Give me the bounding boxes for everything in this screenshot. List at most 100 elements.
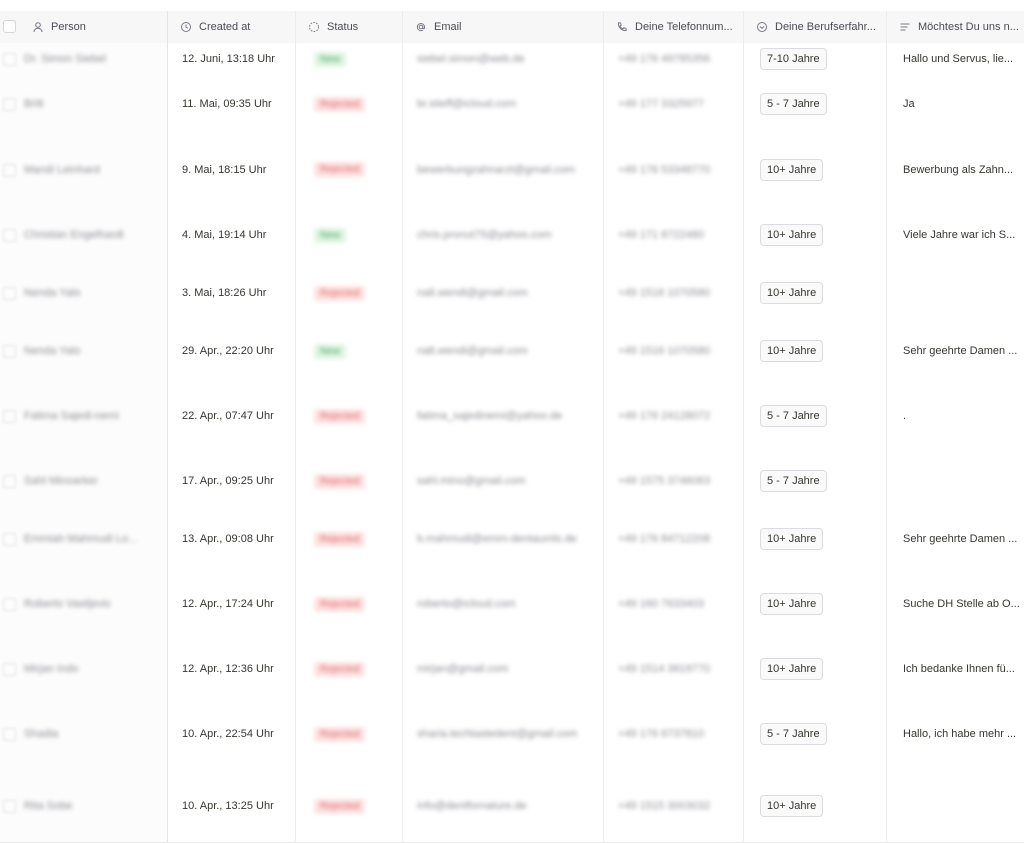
cell-experience[interactable]: 5 - 7 Jahre xyxy=(744,452,887,510)
cell-phone[interactable]: +49 1516 1070580 xyxy=(604,322,744,380)
cell-person[interactable]: Britt xyxy=(0,75,168,133)
cell-person[interactable]: Nenda Yalo xyxy=(0,264,168,322)
cell-experience[interactable]: 10+ Jahre xyxy=(744,264,887,322)
row-checkbox[interactable] xyxy=(3,229,16,242)
row-checkbox[interactable] xyxy=(3,475,16,488)
cell-message[interactable]: Hallo, ich habe mehr ... xyxy=(887,698,1024,770)
column-header-email[interactable]: Email xyxy=(403,11,604,43)
cell-status[interactable]: New xyxy=(296,206,403,264)
cell-experience[interactable]: 5 - 7 Jahre xyxy=(744,380,887,452)
cell-message[interactable]: . xyxy=(887,380,1024,452)
cell-message[interactable] xyxy=(887,452,1024,510)
row-checkbox[interactable] xyxy=(3,663,16,676)
cell-person[interactable]: Rita Sobe xyxy=(0,770,168,842)
table-row[interactable]: Fatima Sajedi-nemi 22. Apr., 07:47 Uhr R… xyxy=(0,380,1024,453)
cell-phone[interactable]: +49 171 8722480 xyxy=(604,206,744,264)
cell-email[interactable]: sharia.techtastedent@gmail.com xyxy=(403,698,604,770)
cell-person[interactable]: Sahl Minoarker xyxy=(0,452,168,510)
cell-phone[interactable]: +49 1515 3003032 xyxy=(604,770,744,842)
table-row[interactable]: Mirjan Indo 12. Apr., 12:36 Uhr Rejected… xyxy=(0,640,1024,699)
cell-experience[interactable]: 10+ Jahre xyxy=(744,568,887,640)
cell-email[interactable]: chris.pronut75@yahoo.com xyxy=(403,206,604,264)
cell-phone[interactable]: +49 1514 3819770 xyxy=(604,640,744,698)
cell-created-at[interactable]: 10. Apr., 13:25 Uhr xyxy=(168,770,296,842)
cell-created-at[interactable]: 12. Apr., 17:24 Uhr xyxy=(168,568,296,640)
cell-email[interactable]: siebel.simon@web.de xyxy=(403,43,604,75)
cell-person[interactable]: Christian Engelhardt xyxy=(0,206,168,264)
row-checkbox[interactable] xyxy=(3,728,16,741)
cell-message[interactable]: Ja xyxy=(887,75,1024,133)
cell-status[interactable]: Rejected xyxy=(296,264,403,322)
select-all-checkbox[interactable] xyxy=(3,20,16,33)
cell-created-at[interactable]: 29. Apr., 22:20 Uhr xyxy=(168,322,296,380)
cell-email[interactable]: info@dentfornature.de xyxy=(403,770,604,842)
cell-message[interactable]: Sehr geehrte Damen ... xyxy=(887,510,1024,568)
cell-experience[interactable]: 10+ Jahre xyxy=(744,133,887,206)
row-checkbox[interactable] xyxy=(3,410,16,423)
cell-phone[interactable]: +49 160 7633403 xyxy=(604,568,744,640)
cell-experience[interactable]: 10+ Jahre xyxy=(744,640,887,698)
cell-status[interactable]: Rejected xyxy=(296,640,403,698)
cell-created-at[interactable]: 3. Mai, 18:26 Uhr xyxy=(168,264,296,322)
cell-message[interactable]: Bewerbung als Zahn... xyxy=(887,133,1024,206)
column-header-message[interactable]: Möchtest Du uns n... xyxy=(887,11,1024,43)
cell-email[interactable]: b.mahmudi@emm-dentaumls.de xyxy=(403,510,604,568)
table-row[interactable]: Shadia 10. Apr., 22:54 Uhr Rejected shar… xyxy=(0,698,1024,771)
table-row[interactable]: Nenda Yalo 29. Apr., 22:20 Uhr New nalt.… xyxy=(0,322,1024,381)
cell-email[interactable]: sahl.mino@gmail.com xyxy=(403,452,604,510)
cell-person[interactable]: Roberto Vasiljevic xyxy=(0,568,168,640)
cell-phone[interactable]: +49 1575 3746063 xyxy=(604,452,744,510)
cell-phone[interactable]: +49 1516 1070580 xyxy=(604,264,744,322)
cell-experience[interactable]: 10+ Jahre xyxy=(744,770,887,842)
cell-created-at[interactable]: 22. Apr., 07:47 Uhr xyxy=(168,380,296,452)
cell-message[interactable]: Sehr geehrte Damen ... xyxy=(887,322,1024,380)
cell-email[interactable]: br.stieff@icloud.com xyxy=(403,75,604,133)
cell-created-at[interactable]: 12. Juni, 13:18 Uhr xyxy=(168,43,296,75)
table-row[interactable]: Roberto Vasiljevic 12. Apr., 17:24 Uhr R… xyxy=(0,568,1024,641)
column-header-person[interactable]: Person xyxy=(20,11,168,43)
row-checkbox[interactable] xyxy=(3,598,16,611)
cell-email[interactable]: mirjan@gmail.com xyxy=(403,640,604,698)
cell-message[interactable]: Suche DH Stelle ab O... xyxy=(887,568,1024,640)
cell-phone[interactable]: +49 176 84712208 xyxy=(604,510,744,568)
cell-message[interactable] xyxy=(887,770,1024,842)
row-checkbox[interactable] xyxy=(3,53,16,66)
row-checkbox[interactable] xyxy=(3,98,16,111)
row-checkbox[interactable] xyxy=(3,287,16,300)
cell-status[interactable]: Rejected xyxy=(296,452,403,510)
cell-email[interactable]: nalt.wendi@gmail.com xyxy=(403,264,604,322)
cell-status[interactable]: Rejected xyxy=(296,510,403,568)
cell-status[interactable]: Rejected xyxy=(296,75,403,133)
cell-status[interactable]: New xyxy=(296,43,403,75)
table-row[interactable]: Sahl Minoarker 17. Apr., 09:25 Uhr Rejec… xyxy=(0,452,1024,511)
row-checkbox[interactable] xyxy=(3,163,16,177)
cell-experience[interactable]: 5 - 7 Jahre xyxy=(744,698,887,770)
column-header-status[interactable]: Status xyxy=(296,11,403,43)
cell-phone[interactable]: +49 176 53348770 xyxy=(604,133,744,206)
cell-message[interactable]: Viele Jahre war ich S... xyxy=(887,206,1024,264)
cell-phone[interactable]: +49 176 6737810 xyxy=(604,698,744,770)
cell-message[interactable]: Ich bedanke Ihnen fü... xyxy=(887,640,1024,698)
cell-person[interactable]: Fatima Sajedi-nemi xyxy=(0,380,168,452)
table-row[interactable]: Rita Sobe 10. Apr., 13:25 Uhr Rejected i… xyxy=(0,770,1024,843)
cell-created-at[interactable]: 10. Apr., 22:54 Uhr xyxy=(168,698,296,770)
cell-email[interactable]: bewerbungzahnarzt@gmail.com xyxy=(403,133,604,206)
cell-person[interactable]: Mandi Leinhard xyxy=(0,133,168,206)
cell-experience[interactable]: 5 - 7 Jahre xyxy=(744,75,887,133)
cell-created-at[interactable]: 4. Mai, 19:14 Uhr xyxy=(168,206,296,264)
cell-phone[interactable]: +49 176 24128072 xyxy=(604,380,744,452)
cell-status[interactable]: Rejected xyxy=(296,568,403,640)
cell-experience[interactable]: 7-10 Jahre xyxy=(744,43,887,75)
cell-phone[interactable]: +49 176 49785356 xyxy=(604,43,744,75)
cell-email[interactable]: fatima_sajedinemi@yahoo.de xyxy=(403,380,604,452)
cell-person[interactable]: Dr. Simon Siebel xyxy=(0,43,168,75)
cell-created-at[interactable]: 17. Apr., 09:25 Uhr xyxy=(168,452,296,510)
cell-person[interactable]: Shadia xyxy=(0,698,168,770)
cell-status[interactable]: Rejected xyxy=(296,698,403,770)
table-row[interactable]: Mandi Leinhard 9. Mai, 18:15 Uhr Rejecte… xyxy=(0,133,1024,207)
cell-experience[interactable]: 10+ Jahre xyxy=(744,322,887,380)
cell-status[interactable]: Rejected xyxy=(296,770,403,842)
cell-status[interactable]: Rejected xyxy=(296,133,403,206)
cell-experience[interactable]: 10+ Jahre xyxy=(744,206,887,264)
cell-created-at[interactable]: 11. Mai, 09:35 Uhr xyxy=(168,75,296,133)
